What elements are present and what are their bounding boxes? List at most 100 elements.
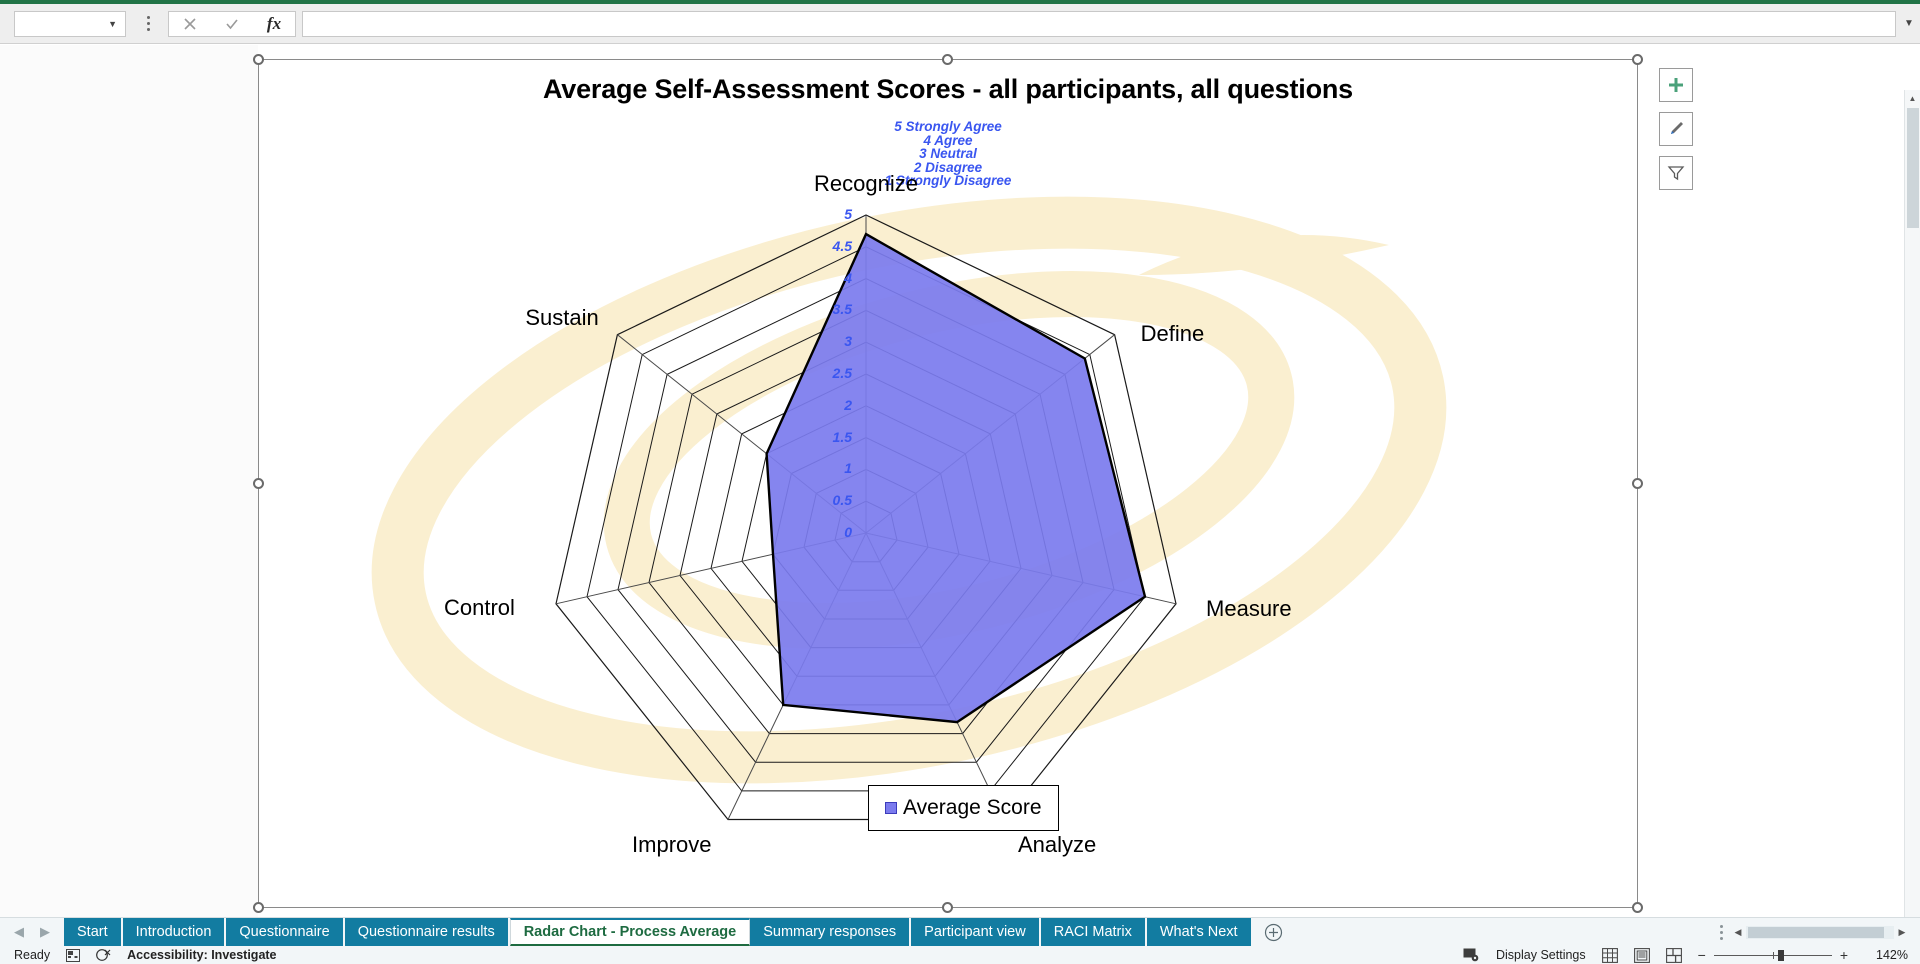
scale-note-line: 4 Agree (923, 132, 973, 148)
horizontal-scroll-track[interactable] (1746, 925, 1894, 939)
scroll-left-icon[interactable]: ◀ (1730, 927, 1746, 938)
resize-handle-middle-right[interactable] (1632, 477, 1643, 489)
name-box[interactable]: ▼ (14, 10, 126, 37)
sheet-tab-start[interactable]: Start (64, 918, 123, 946)
radial-tick-label: 5 (844, 206, 852, 222)
status-bar-right: Display Settings − + 142% (1463, 947, 1920, 963)
chevron-right-icon[interactable]: ▶ (40, 924, 50, 940)
page-break-icon[interactable] (1665, 947, 1682, 963)
display-settings-icon[interactable] (1463, 948, 1480, 962)
radial-tick-label: 4.5 (832, 237, 852, 254)
chart-side-buttons (1659, 68, 1693, 190)
resize-handle-bottom-left[interactable] (253, 902, 264, 913)
sheet-tab-introduction[interactable]: Introduction (122, 918, 227, 946)
formula-bar: ▼ fx ▼ (0, 4, 1920, 44)
chart-object[interactable]: Average Self-Assessment Scores - all par… (253, 54, 1693, 913)
dot (146, 16, 150, 19)
status-mode: Ready (14, 948, 51, 962)
sheet-tab-summary-responses[interactable]: Summary responses (750, 918, 912, 946)
worksheet-canvas: Average Self-Assessment Scores - all par… (0, 45, 1920, 962)
status-bar-left: Ready Accessibility: Investigate (0, 948, 277, 962)
zoom-track[interactable] (1713, 949, 1832, 961)
scroll-right-icon[interactable]: ▶ (1894, 927, 1910, 938)
resize-handle-top-center[interactable] (942, 54, 953, 65)
resize-handle-top-left[interactable] (253, 54, 264, 65)
radial-tick-label: 2.5 (832, 365, 852, 381)
category-label-control: Control (443, 594, 515, 620)
chart-elements-button[interactable] (1659, 68, 1693, 102)
sheet-nav-buttons: ◀ ▶ (0, 918, 64, 946)
radar-plot: 5 Strongly Agree 4 Agree 3 Neutral 2 Dis… (259, 60, 1637, 907)
chevron-left-icon[interactable]: ◀ (14, 924, 24, 940)
chart-styles-button[interactable] (1659, 112, 1693, 146)
chart-legend[interactable]: Average Score (868, 785, 1059, 831)
status-bar: Ready Accessibility: Investigate Display… (0, 946, 1920, 964)
chevron-down-icon[interactable]: ▼ (1898, 4, 1920, 44)
sheet-tabs: Start Introduction Questionnaire Questio… (64, 918, 1253, 946)
check-icon[interactable] (211, 12, 253, 36)
formula-bar-overflow-button[interactable] (136, 11, 160, 37)
dot (1719, 924, 1723, 928)
radial-tick-label: 4 (844, 269, 852, 286)
excel-window: ▼ fx ▼ Average Self-Assessment Scores - … (0, 0, 1920, 964)
minus-icon[interactable]: − (1698, 947, 1706, 963)
resize-handle-middle-left[interactable] (253, 477, 264, 489)
resize-handle-bottom-center[interactable] (942, 902, 953, 913)
accessibility-icon[interactable] (96, 948, 111, 962)
category-label-sustain: Sustain (525, 304, 599, 330)
horizontal-scrollbar[interactable]: ◀ ▶ (1730, 918, 1920, 946)
dot (1719, 936, 1723, 940)
legend-label: Average Score (903, 796, 1042, 819)
dot (146, 22, 150, 25)
vertical-scrollbar[interactable]: ▲ (1904, 90, 1920, 962)
vertical-scroll-thumb[interactable] (1907, 108, 1919, 228)
page-layout-icon[interactable] (1633, 947, 1650, 963)
radial-tick-label: 1.5 (832, 428, 852, 445)
category-label-recognize: Recognize (814, 171, 918, 196)
sheet-tab-participant-view[interactable]: Participant view (911, 918, 1041, 946)
horizontal-scroll-thumb[interactable] (1748, 926, 1885, 938)
category-label-measure: Measure (1206, 595, 1292, 621)
category-label-define: Define (1140, 320, 1205, 346)
zoom-level-label[interactable]: 142% (1864, 948, 1908, 962)
close-icon[interactable] (169, 12, 211, 36)
add-sheet-button[interactable] (1253, 918, 1295, 946)
scroll-up-icon[interactable]: ▲ (1905, 90, 1920, 106)
zoom-midpoint-tick (1772, 951, 1774, 959)
sheet-left-area (0, 45, 258, 917)
chart-filters-button[interactable] (1659, 156, 1693, 190)
sheet-tab-questionnaire[interactable]: Questionnaire (226, 918, 345, 946)
radial-tick-label: 0.5 (832, 492, 852, 509)
zoom-slider[interactable]: − + (1698, 947, 1848, 963)
category-label-improve: Improve (632, 831, 712, 857)
tab-bar-spacer (1295, 918, 1712, 946)
sheet-tab-whats-next[interactable]: What's Next (1146, 918, 1253, 946)
sheet-tab-bar: ◀ ▶ Start Introduction Questionnaire Que… (0, 917, 1920, 946)
sheet-tab-raci-matrix[interactable]: RACI Matrix (1040, 918, 1147, 946)
category-label-analyze: Analyze (1017, 831, 1097, 857)
normal-view-icon[interactable] (1601, 947, 1618, 963)
formula-input[interactable] (302, 10, 1896, 37)
scale-note-line: 3 Neutral (919, 146, 977, 161)
record-macro-icon[interactable] (66, 948, 81, 962)
radial-tick-label: 3.5 (832, 301, 852, 318)
formula-action-group: fx (168, 10, 296, 37)
plus-icon[interactable]: + (1840, 947, 1848, 963)
sheet-tab-radar-chart-process-average[interactable]: Radar Chart - Process Average (509, 918, 751, 946)
fx-icon[interactable]: fx (253, 12, 295, 36)
zoom-thumb[interactable] (1777, 949, 1784, 961)
dot (146, 28, 150, 31)
radial-tick-label: 3 (844, 333, 852, 350)
display-settings-label[interactable]: Display Settings (1496, 948, 1586, 962)
radial-tick-label: 0 (844, 524, 852, 540)
radial-tick-label: 2 (844, 396, 852, 413)
chevron-down-icon[interactable]: ▼ (108, 19, 117, 29)
tab-splitter-handle[interactable] (1712, 918, 1730, 946)
accessibility-status[interactable]: Accessibility: Investigate (127, 948, 276, 962)
sheet-tab-questionnaire-results[interactable]: Questionnaire results (344, 918, 510, 946)
resize-handle-top-right[interactable] (1632, 54, 1643, 65)
dot (1719, 930, 1723, 934)
resize-handle-bottom-right[interactable] (1632, 902, 1643, 913)
radial-tick-label: 1 (844, 460, 852, 477)
legend-swatch-icon (885, 802, 897, 814)
